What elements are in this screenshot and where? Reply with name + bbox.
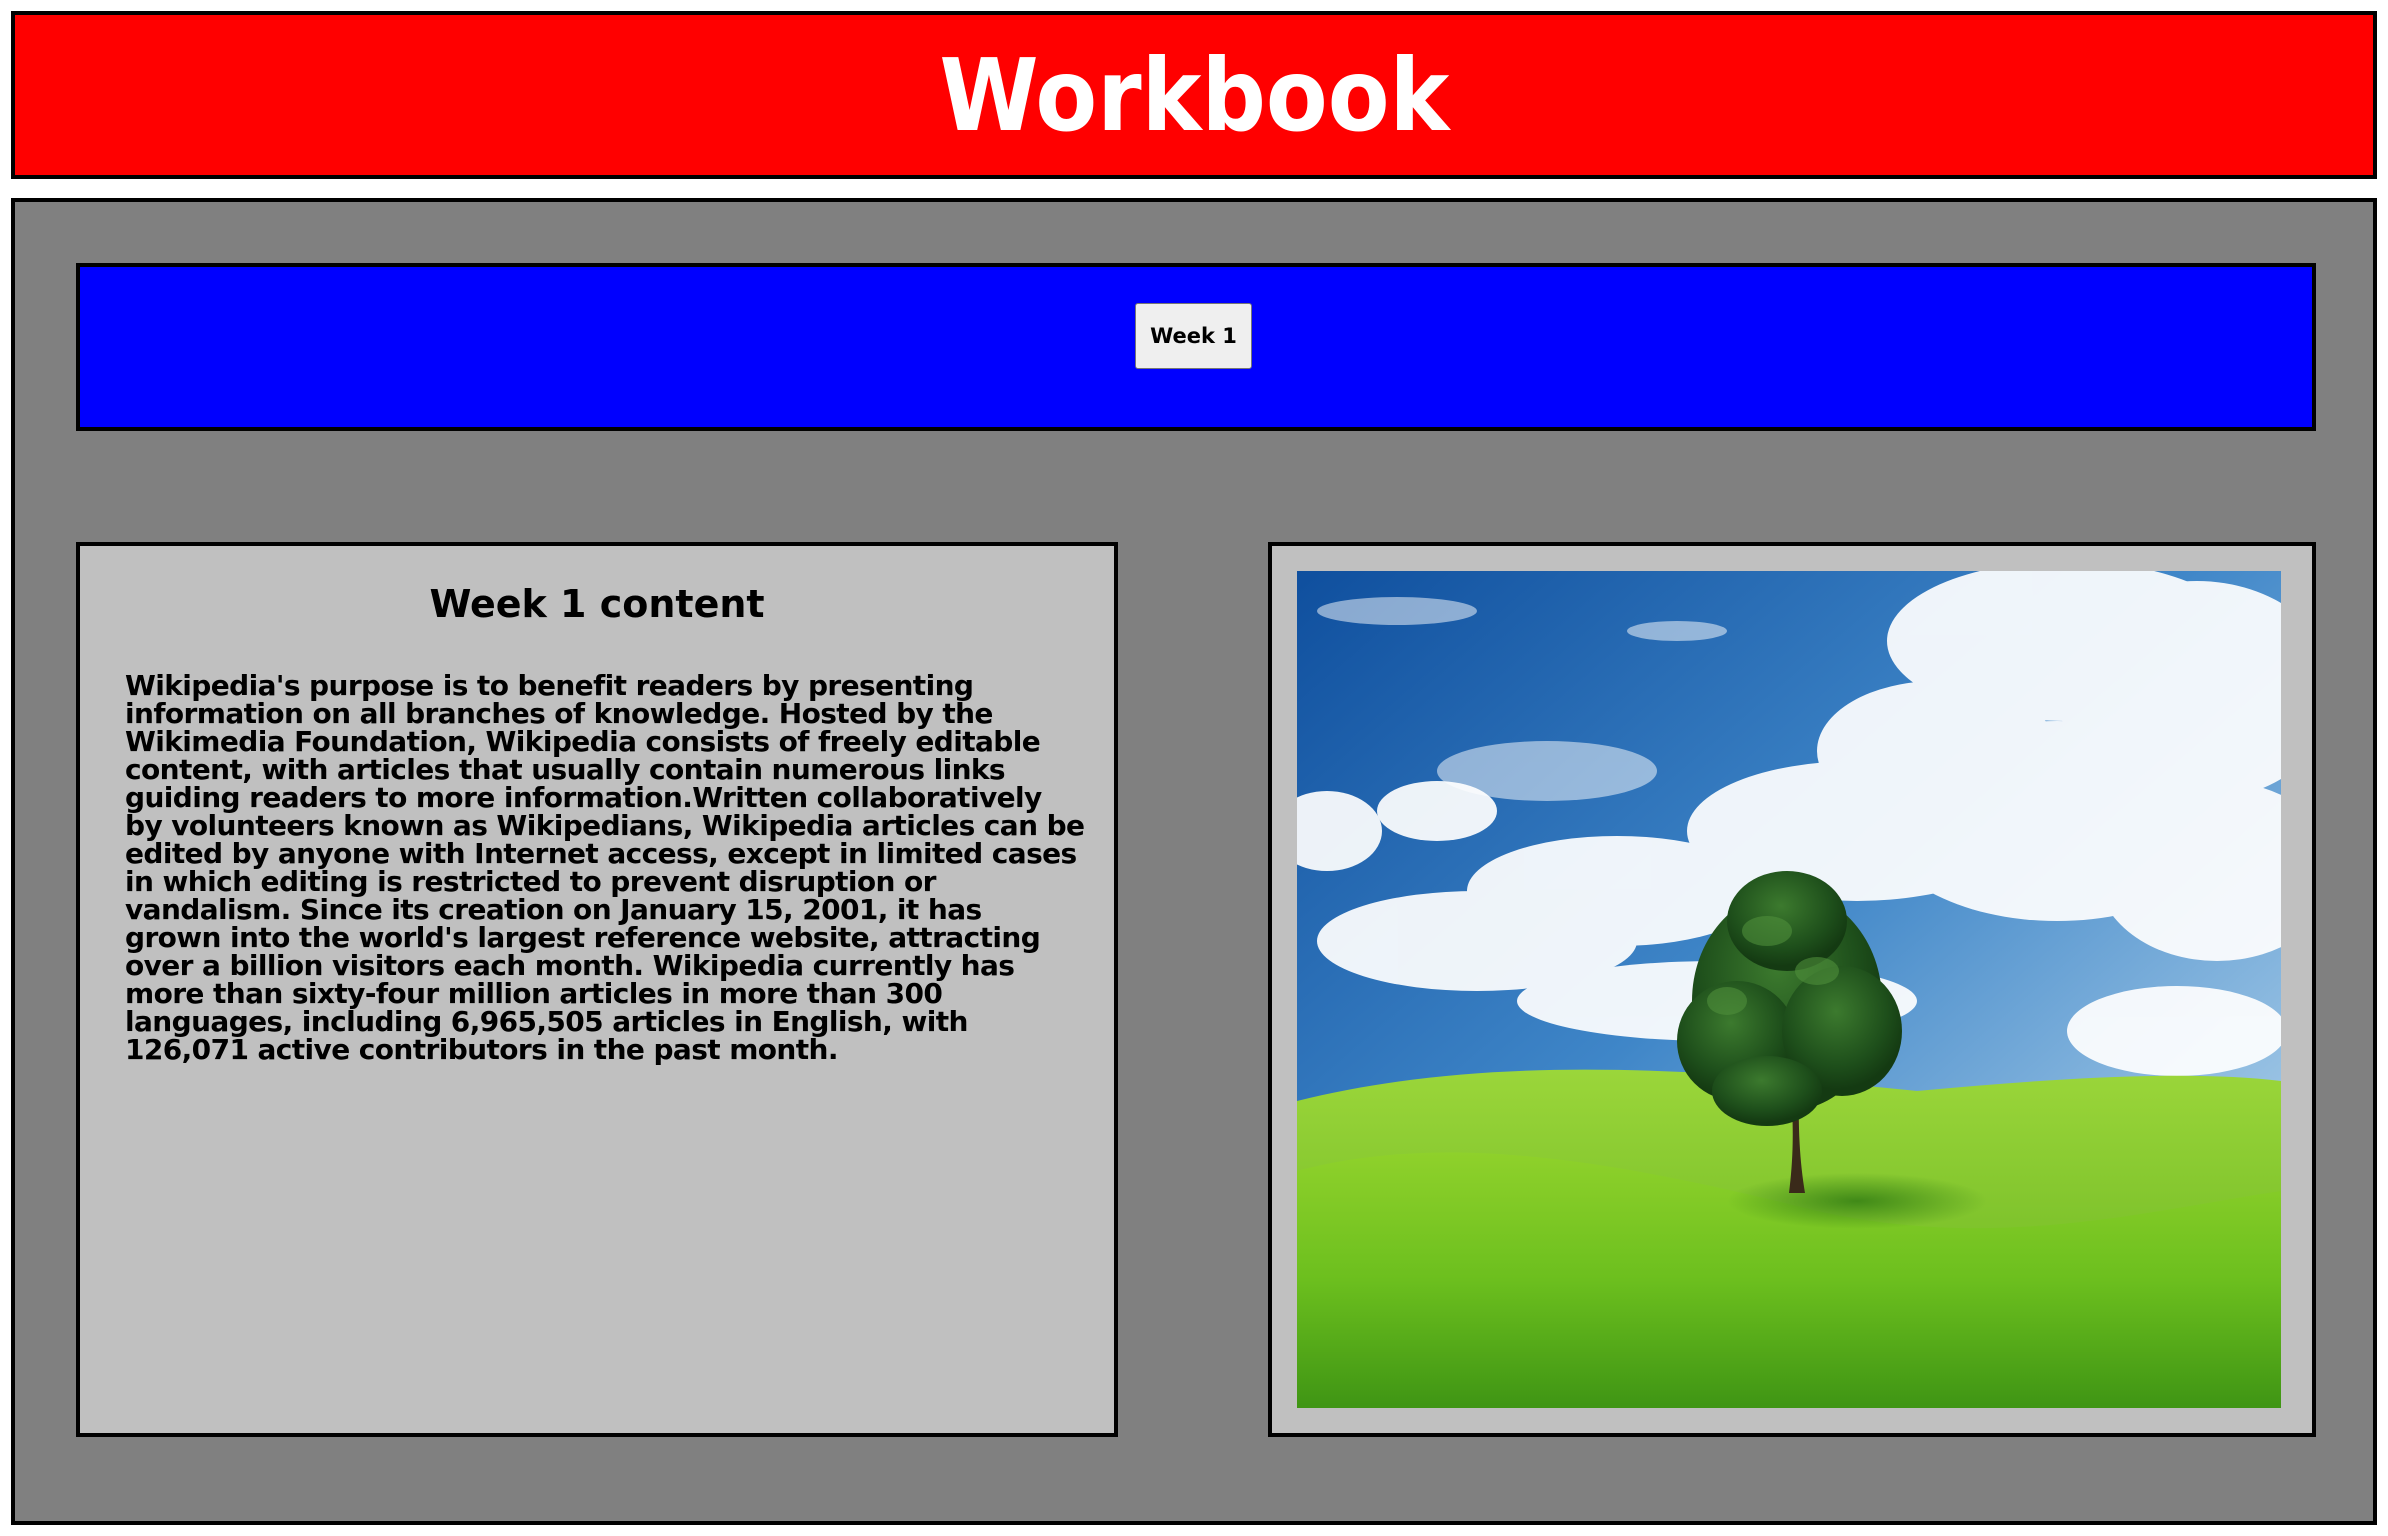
- week-content-panel: Week 1 content Wikipedia's purpose is to…: [76, 542, 1118, 1437]
- app-header: Workbook: [11, 11, 2377, 179]
- content-title: Week 1 content: [429, 582, 765, 626]
- workspace: Week 1 Week 1 content Wikipedia's purpos…: [11, 198, 2377, 1525]
- image-panel: [1268, 542, 2316, 1437]
- content-body: Wikipedia's purpose is to benefit reader…: [125, 669, 1085, 1066]
- app-title: Workbook: [938, 36, 1450, 154]
- week-1-button[interactable]: Week 1: [1135, 303, 1252, 369]
- landscape-image: [1297, 571, 2281, 1408]
- week-tab-bar: Week 1: [76, 263, 2316, 431]
